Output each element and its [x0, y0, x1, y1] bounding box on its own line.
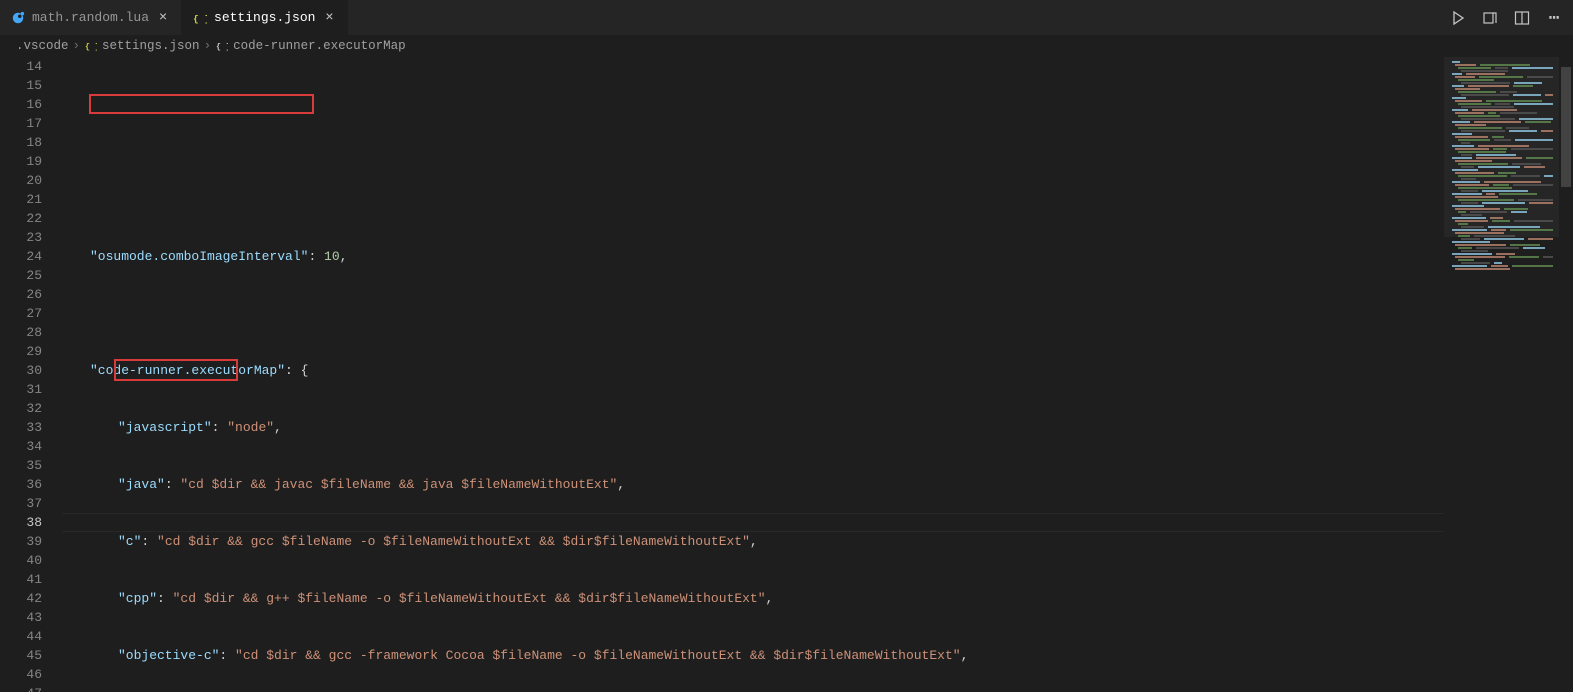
line-number[interactable]: 27 — [0, 304, 42, 323]
tab-math-random-lua[interactable]: math.random.lua × — [0, 0, 182, 35]
line-number[interactable]: 46 — [0, 665, 42, 684]
line-number[interactable]: 47 — [0, 684, 42, 692]
line-number[interactable]: 37 — [0, 494, 42, 513]
code-line: "javascript": "node", — [62, 418, 1444, 437]
line-number[interactable]: 38 — [0, 513, 42, 532]
line-number[interactable]: 44 — [0, 627, 42, 646]
line-number[interactable]: 16 — [0, 95, 42, 114]
close-icon[interactable]: × — [321, 10, 337, 26]
breadcrumb-symbol[interactable]: { } code-runner.executorMap — [215, 39, 406, 53]
line-number[interactable]: 24 — [0, 247, 42, 266]
line-number[interactable]: 26 — [0, 285, 42, 304]
line-number[interactable]: 34 — [0, 437, 42, 456]
breadcrumb-file[interactable]: { } settings.json — [84, 39, 200, 53]
code-line: "c": "cd $dir && gcc $fileName -o $fileN… — [62, 532, 1444, 551]
line-number[interactable]: 23 — [0, 228, 42, 247]
line-number[interactable]: 14 — [0, 57, 42, 76]
line-number[interactable]: 15 — [0, 76, 42, 95]
current-line-highlight — [62, 513, 1444, 532]
open-changes-icon[interactable] — [1481, 9, 1499, 27]
editor-body: 1415161718192021222324252627282930313233… — [0, 57, 1573, 692]
split-editor-icon[interactable] — [1513, 9, 1531, 27]
line-number[interactable]: 39 — [0, 532, 42, 551]
line-number[interactable]: 30 — [0, 361, 42, 380]
json-file-icon: { } — [84, 39, 98, 53]
breadcrumb-label: .vscode — [16, 39, 69, 53]
line-number[interactable]: 45 — [0, 646, 42, 665]
editor-actions: ⋯ — [1439, 0, 1573, 35]
line-number[interactable]: 36 — [0, 475, 42, 494]
line-number[interactable]: 25 — [0, 266, 42, 285]
line-number[interactable]: 33 — [0, 418, 42, 437]
tabs-spacer — [348, 0, 1439, 35]
scrollbar-thumb[interactable] — [1561, 67, 1571, 187]
svg-text:{ }: { } — [85, 42, 97, 52]
chevron-right-icon: › — [204, 39, 212, 53]
tab-label: math.random.lua — [32, 10, 149, 25]
line-number[interactable]: 19 — [0, 152, 42, 171]
svg-text:{ }: { } — [216, 42, 228, 52]
code-line: "code-runner.executorMap": { — [62, 361, 1444, 380]
vertical-scrollbar[interactable] — [1559, 57, 1573, 692]
symbol-object-icon: { } — [215, 39, 229, 53]
code-line: "cpp": "cd $dir && g++ $fileName -o $fil… — [62, 589, 1444, 608]
more-actions-icon[interactable]: ⋯ — [1545, 9, 1563, 27]
code-area[interactable]: "osumode.comboImageInterval": 10, "code-… — [62, 57, 1444, 692]
line-number[interactable]: 43 — [0, 608, 42, 627]
breadcrumb-label: settings.json — [102, 39, 200, 53]
annotation-box — [89, 94, 314, 114]
svg-text:{ }: { } — [193, 13, 207, 24]
lua-file-icon — [10, 10, 26, 26]
run-icon[interactable] — [1449, 9, 1467, 27]
line-number[interactable]: 40 — [0, 551, 42, 570]
editor-root: math.random.lua × { } settings.json × ⋯ … — [0, 0, 1573, 692]
line-number[interactable]: 35 — [0, 456, 42, 475]
line-number[interactable]: 18 — [0, 133, 42, 152]
tab-label: settings.json — [214, 10, 315, 25]
line-number[interactable]: 20 — [0, 171, 42, 190]
code-line — [62, 304, 1444, 323]
code-line: "java": "cd $dir && javac $fileName && j… — [62, 475, 1444, 494]
chevron-right-icon: › — [73, 39, 81, 53]
close-icon[interactable]: × — [155, 10, 171, 26]
breadcrumb-label: code-runner.executorMap — [233, 39, 406, 53]
tab-settings-json[interactable]: { } settings.json × — [182, 0, 348, 35]
code-line: "objective-c": "cd $dir && gcc -framewor… — [62, 646, 1444, 665]
minimap-canvas — [1450, 61, 1553, 492]
line-number-gutter[interactable]: 1415161718192021222324252627282930313233… — [0, 57, 62, 692]
json-file-icon: { } — [192, 10, 208, 26]
line-number[interactable]: 28 — [0, 323, 42, 342]
line-number[interactable]: 31 — [0, 380, 42, 399]
tabs-bar: math.random.lua × { } settings.json × ⋯ — [0, 0, 1573, 35]
code-line: "osumode.comboImageInterval": 10, — [62, 247, 1444, 266]
line-number[interactable]: 17 — [0, 114, 42, 133]
line-number[interactable]: 32 — [0, 399, 42, 418]
line-number[interactable]: 22 — [0, 209, 42, 228]
line-number[interactable]: 41 — [0, 570, 42, 589]
breadcrumb-folder[interactable]: .vscode — [16, 39, 69, 53]
line-number[interactable]: 29 — [0, 342, 42, 361]
line-number[interactable]: 42 — [0, 589, 42, 608]
minimap[interactable] — [1444, 57, 1559, 692]
breadcrumbs[interactable]: .vscode › { } settings.json › { } code-r… — [0, 35, 1573, 57]
line-number[interactable]: 21 — [0, 190, 42, 209]
